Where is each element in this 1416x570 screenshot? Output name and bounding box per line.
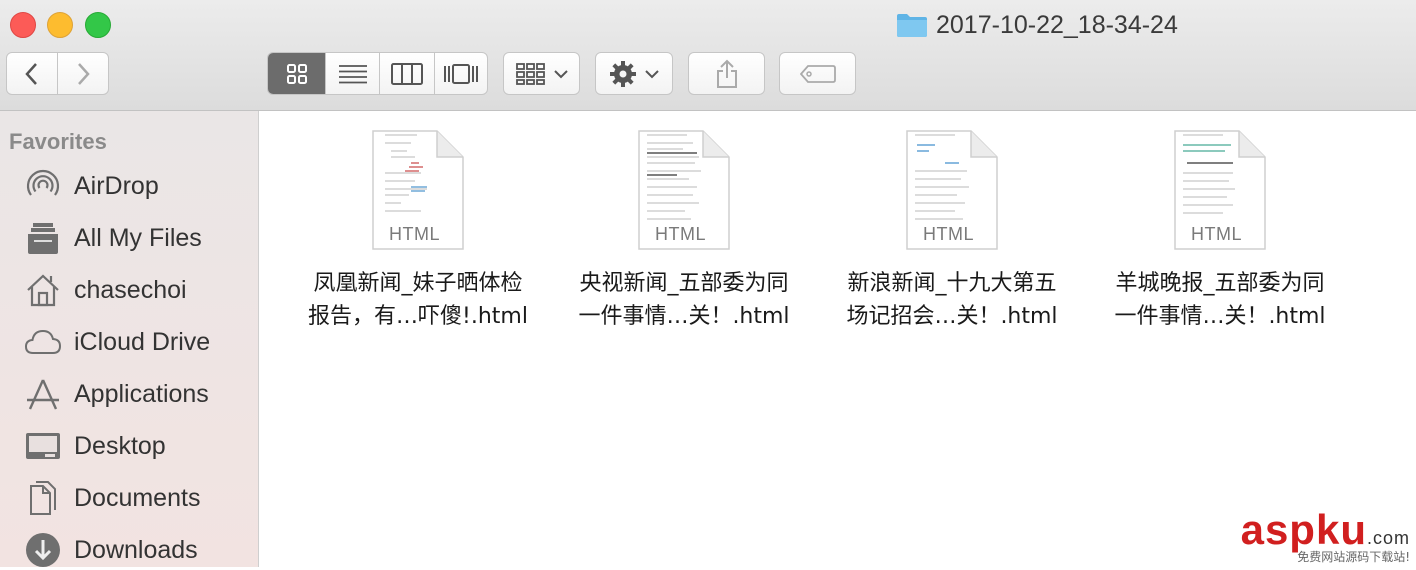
column-view-icon	[391, 62, 424, 85]
sidebar-item-documents[interactable]: Documents	[24, 478, 200, 518]
watermark: aspku.com 免费网站源码下载站!	[1241, 506, 1410, 565]
file-item[interactable]: HTML 新浪新闻_十九大第五 场记招会…关！.html	[832, 129, 1072, 333]
sidebar-item-desktop[interactable]: Desktop	[24, 426, 166, 466]
cover-flow-view-icon	[443, 63, 478, 84]
sidebar-item-label: iCloud Drive	[74, 327, 211, 356]
sidebar-item-label: All My Files	[74, 223, 202, 252]
zoom-button[interactable]	[85, 12, 111, 38]
file-name: 羊城晚报_五部委为同 一件事情…关！.html	[1100, 267, 1340, 333]
sidebar-item-downloads[interactable]: Downloads	[24, 530, 198, 570]
sidebar-item-label: Documents	[74, 483, 201, 512]
downloads-icon	[24, 531, 62, 569]
icon-view-button[interactable]	[268, 53, 326, 94]
file-type-label: HTML	[389, 224, 440, 244]
cover-flow-view-button[interactable]	[433, 53, 487, 94]
sidebar-item-label: Desktop	[74, 431, 166, 460]
cloud-icon	[24, 323, 62, 361]
chevron-down-icon	[645, 69, 659, 78]
window-title-text: 2017-10-22_18-34-24	[936, 10, 1178, 39]
file-type-label: HTML	[1191, 224, 1242, 244]
file-name-line: 羊城晚报_五部委为同	[1115, 271, 1325, 296]
applications-icon	[24, 375, 62, 413]
list-view-button[interactable]	[325, 53, 379, 94]
file-grid: HTML 凤凰新闻_妹子晒体检 报告，有…吓傻!.html HTML 央视新闻_…	[260, 111, 1416, 567]
file-name-line: 一件事情…关！.html	[578, 304, 790, 329]
file-name-line: 场记招会…关！.html	[846, 304, 1058, 329]
forward-button[interactable]	[57, 53, 108, 94]
watermark-logo: aspku.com	[1241, 506, 1410, 554]
file-type-label: HTML	[923, 224, 974, 244]
sidebar-item-chasechoi[interactable]: chasechoi	[24, 270, 187, 310]
desktop-icon	[24, 427, 62, 465]
file-item[interactable]: HTML 凤凰新闻_妹子晒体检 报告，有…吓傻!.html	[298, 129, 538, 333]
sidebar-item-label: AirDrop	[74, 171, 159, 200]
file-item[interactable]: HTML 羊城晚报_五部委为同 一件事情…关！.html	[1100, 129, 1340, 333]
chevron-down-icon	[553, 69, 568, 78]
back-button[interactable]	[7, 53, 57, 94]
sidebar-item-all-my-files[interactable]: All My Files	[24, 218, 202, 258]
watermark-main: aspku	[1240, 506, 1367, 553]
file-item[interactable]: HTML 央视新闻_五部委为同 一件事情…关！.html	[564, 129, 804, 333]
file-name: 凤凰新闻_妹子晒体检 报告，有…吓傻!.html	[298, 267, 538, 333]
column-view-button[interactable]	[379, 53, 433, 94]
close-button[interactable]	[10, 12, 36, 38]
minimize-button[interactable]	[47, 12, 73, 38]
sidebar-item-airdrop[interactable]: AirDrop	[24, 166, 159, 206]
file-name-line: 新浪新闻_十九大第五	[847, 271, 1057, 296]
arrange-grid-icon	[515, 62, 545, 85]
sidebar-item-icloud-drive[interactable]: iCloud Drive	[24, 322, 210, 362]
share-button[interactable]	[688, 52, 765, 95]
list-view-icon	[338, 64, 367, 83]
window-title: 2017-10-22_18-34-24	[896, 8, 1178, 42]
view-mode-group	[267, 52, 488, 95]
html-file-icon: HTML	[637, 129, 732, 251]
tags-button[interactable]	[779, 52, 856, 95]
navigation-group	[6, 52, 109, 95]
file-name: 央视新闻_五部委为同 一件事情…关！.html	[564, 267, 804, 333]
sidebar-item-applications[interactable]: Applications	[24, 374, 209, 414]
sidebar-item-label: chasechoi	[74, 275, 187, 304]
share-icon	[716, 59, 737, 88]
home-icon	[24, 271, 62, 309]
documents-icon	[24, 479, 62, 517]
html-file-icon: HTML	[1173, 129, 1268, 251]
file-type-label: HTML	[655, 224, 706, 244]
file-name-line: 央视新闻_五部委为同	[579, 271, 789, 296]
chevron-right-icon	[78, 62, 90, 85]
airdrop-icon	[24, 167, 62, 205]
sidebar-item-label: Downloads	[74, 535, 198, 564]
chevron-left-icon	[25, 62, 37, 85]
file-name: 新浪新闻_十九大第五 场记招会…关！.html	[832, 267, 1072, 333]
title-bar: 2017-10-22_18-34-24	[0, 0, 1416, 111]
sidebar-item-label: Applications	[74, 379, 209, 408]
icon-view-icon	[286, 63, 307, 84]
arrange-button[interactable]	[503, 52, 580, 95]
all-files-icon	[24, 219, 62, 257]
file-name-line: 凤凰新闻_妹子晒体检	[313, 271, 523, 296]
file-name-line: 一件事情…关！.html	[1114, 304, 1326, 329]
gear-icon	[610, 60, 636, 87]
sidebar-heading: Favorites	[9, 129, 107, 154]
html-file-icon: HTML	[905, 129, 1000, 251]
file-name-line: 报告，有…吓傻!.html	[308, 304, 528, 329]
sidebar: Favorites AirDrop All My Files chasechoi	[0, 111, 259, 567]
tag-icon	[799, 64, 836, 83]
html-file-icon: HTML	[371, 129, 466, 251]
action-button[interactable]	[595, 52, 673, 95]
watermark-suffix: .com	[1366, 528, 1410, 548]
folder-icon	[897, 14, 927, 37]
